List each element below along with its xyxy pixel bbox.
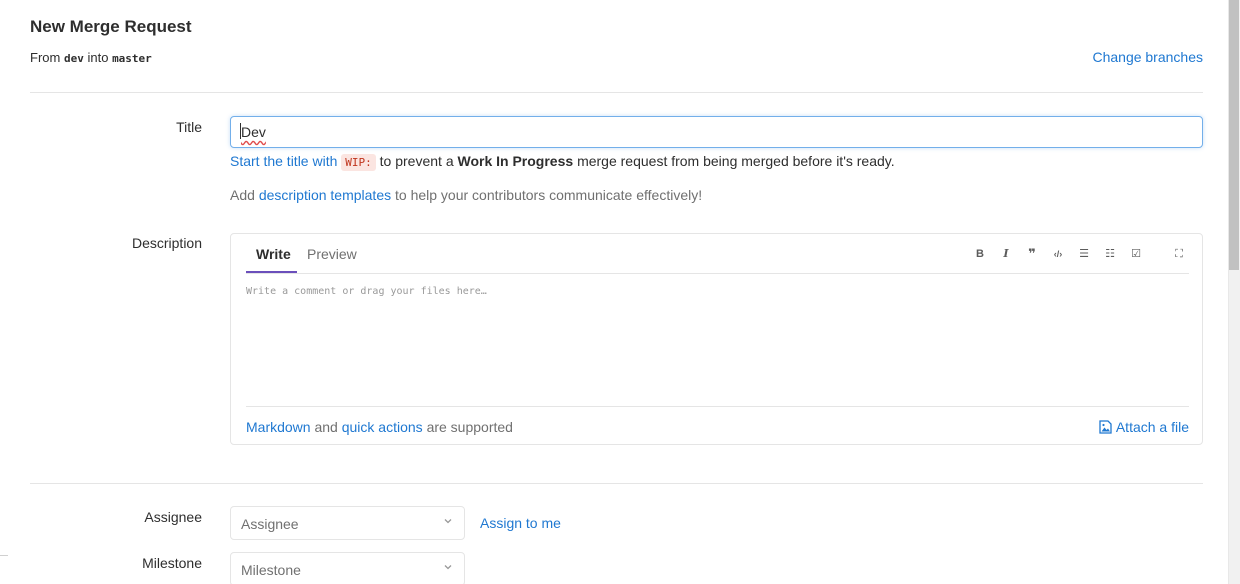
fullscreen-icon[interactable]: ⛶ bbox=[1170, 246, 1188, 262]
description-templates-link[interactable]: description templates bbox=[259, 187, 391, 203]
editor-footer: Markdown and quick actions are supported… bbox=[246, 406, 1189, 444]
from-text: From bbox=[30, 50, 61, 65]
wip-help-mid: to prevent a bbox=[379, 153, 454, 169]
markdown-link[interactable]: Markdown bbox=[246, 419, 311, 435]
milestone-select-value: Milestone bbox=[241, 562, 301, 578]
attach-file-label: Attach a file bbox=[1115, 419, 1189, 435]
chevron-down-icon bbox=[444, 565, 452, 570]
target-branch: master bbox=[112, 52, 152, 65]
attach-file-button[interactable]: Attach a file bbox=[1099, 419, 1189, 435]
page-edge-line bbox=[0, 555, 8, 556]
branch-info: From dev into master bbox=[30, 50, 152, 65]
milestone-label: Milestone bbox=[142, 555, 202, 571]
wip-code: WIP: bbox=[341, 154, 376, 171]
quote-icon[interactable]: ❞ bbox=[1023, 246, 1041, 262]
markdown-editor: Write Preview B I ❞ ‹/› ☰ ☷ ☑ ⛶ Write a … bbox=[230, 233, 1203, 445]
title-input[interactable] bbox=[230, 116, 1203, 148]
scrollbar-track[interactable] bbox=[1228, 0, 1240, 584]
footer-and: and bbox=[314, 419, 338, 435]
assignee-select-value: Assignee bbox=[241, 516, 299, 532]
wip-help-link[interactable]: Start the title with bbox=[230, 153, 337, 169]
templates-help-text: Add description templates to help your c… bbox=[230, 187, 702, 203]
text-caret bbox=[240, 123, 241, 139]
templates-pre: Add bbox=[230, 187, 255, 203]
bullet-list-icon[interactable]: ☰ bbox=[1075, 246, 1093, 262]
tab-preview[interactable]: Preview bbox=[307, 246, 357, 262]
chevron-down-icon bbox=[444, 519, 452, 524]
into-text: into bbox=[87, 50, 109, 65]
assignee-dropdown[interactable]: Assignee bbox=[230, 506, 465, 540]
scrollbar-thumb[interactable] bbox=[1229, 0, 1239, 270]
wip-help-text: Start the title with WIP: to prevent a W… bbox=[230, 153, 895, 171]
divider bbox=[30, 92, 1203, 93]
editor-tabs: Write Preview B I ❞ ‹/› ☰ ☷ ☑ ⛶ bbox=[246, 234, 1189, 274]
change-branches-link[interactable]: Change branches bbox=[1092, 49, 1203, 65]
markdown-support-text: Markdown and quick actions are supported bbox=[246, 419, 513, 435]
quick-actions-link[interactable]: quick actions bbox=[342, 419, 423, 435]
title-label: Title bbox=[176, 119, 202, 135]
description-label: Description bbox=[131, 235, 202, 251]
image-file-icon bbox=[1099, 420, 1112, 434]
task-list-icon[interactable]: ☑ bbox=[1127, 246, 1145, 262]
milestone-dropdown[interactable]: Milestone bbox=[230, 552, 465, 584]
source-branch: dev bbox=[63, 52, 84, 65]
active-tab-indicator bbox=[246, 271, 297, 273]
assignee-label: Assignee bbox=[144, 509, 202, 525]
assign-to-me-link[interactable]: Assign to me bbox=[480, 515, 561, 531]
divider bbox=[30, 483, 1203, 484]
numbered-list-icon[interactable]: ☷ bbox=[1101, 246, 1119, 262]
code-icon[interactable]: ‹/› bbox=[1049, 246, 1067, 262]
templates-post: to help your contributors communicate ef… bbox=[395, 187, 703, 203]
description-textarea[interactable]: Write a comment or drag your files here… bbox=[246, 286, 487, 297]
page-title: New Merge Request bbox=[30, 17, 192, 36]
bold-icon[interactable]: B bbox=[971, 246, 989, 262]
italic-icon[interactable]: I bbox=[997, 246, 1015, 262]
wip-help-bold: Work In Progress bbox=[457, 153, 574, 169]
footer-post: are supported bbox=[426, 419, 513, 435]
wip-help-end: merge request from being merged before i… bbox=[577, 153, 895, 169]
tab-write[interactable]: Write bbox=[256, 246, 291, 262]
